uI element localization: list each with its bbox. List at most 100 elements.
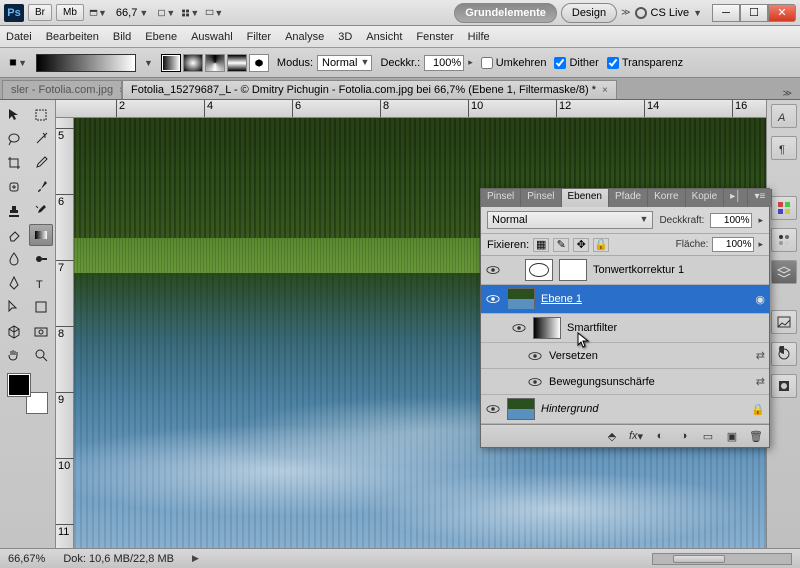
tab-korrekturen[interactable]: Korre: [648, 189, 685, 207]
group-icon[interactable]: ▭: [699, 428, 717, 444]
visibility-icon[interactable]: [485, 292, 501, 306]
filter-blend-icon[interactable]: ⇄: [756, 349, 765, 362]
screen-icon[interactable]: ▼: [204, 4, 224, 22]
visibility-icon[interactable]: [527, 349, 543, 363]
minimize-button[interactable]: ─: [712, 4, 740, 22]
paragraph-panel-icon[interactable]: ¶: [771, 136, 797, 160]
menu-bild[interactable]: Bild: [113, 31, 131, 43]
eraser-tool[interactable]: [2, 224, 26, 246]
layer-fill-input[interactable]: 100%: [712, 237, 754, 252]
status-doc[interactable]: Dok: 10,6 MB/22,8 MB: [63, 553, 174, 565]
lock-all-icon[interactable]: 🔒: [593, 238, 609, 252]
gradient-linear[interactable]: [161, 54, 181, 72]
close-button[interactable]: ✕: [768, 4, 796, 22]
adjustment-layer-icon[interactable]: ◑: [675, 428, 693, 444]
dodge-tool[interactable]: [29, 248, 53, 270]
transparency-checkbox[interactable]: Transparenz: [607, 57, 683, 69]
gradient-diamond[interactable]: [249, 54, 269, 72]
dither-checkbox[interactable]: Dither: [554, 57, 598, 69]
masks-panel-icon[interactable]: [771, 374, 797, 398]
visibility-icon[interactable]: [527, 375, 543, 389]
camera-tool[interactable]: [29, 320, 53, 342]
reverse-checkbox[interactable]: Umkehren: [481, 57, 547, 69]
doc-tab-inactive[interactable]: sler - Fotolia.com.jpg×: [2, 80, 122, 99]
move-tool[interactable]: [2, 104, 26, 126]
styles-panel-icon[interactable]: [771, 228, 797, 252]
layer-opacity-input[interactable]: 100%: [710, 213, 752, 228]
bridge-button[interactable]: Br: [28, 4, 52, 21]
delete-layer-icon[interactable]: 🗑: [747, 428, 765, 444]
gradient-radial[interactable]: [183, 54, 203, 72]
doc-tab-active[interactable]: Fotolia_15279687_L - © Dmitry Pichugin -…: [122, 80, 617, 99]
new-layer-icon[interactable]: ▣: [723, 428, 741, 444]
layers-panel-icon[interactable]: [771, 260, 797, 284]
status-zoom[interactable]: 66,67%: [8, 553, 45, 565]
marquee-tool[interactable]: [29, 104, 53, 126]
layer-row[interactable]: Tonwertkorrektur 1: [481, 256, 769, 285]
gradient-picker-arrow[interactable]: ▼: [144, 58, 153, 68]
blur-tool[interactable]: [2, 248, 26, 270]
crop-tool[interactable]: [2, 152, 26, 174]
layer-mask-icon[interactable]: ◐: [651, 428, 669, 444]
layer-row[interactable]: Versetzen ⇄: [481, 343, 769, 369]
tab-ebenen[interactable]: Ebenen: [562, 189, 609, 207]
wand-tool[interactable]: [29, 128, 53, 150]
3d-tool[interactable]: [2, 320, 26, 342]
menu-datei[interactable]: Datei: [6, 31, 32, 43]
workspace-more-icon[interactable]: ≫: [621, 7, 630, 18]
cslive-button[interactable]: CS Live▼: [635, 7, 702, 19]
shape-tool[interactable]: [29, 296, 53, 318]
horizontal-scrollbar[interactable]: [652, 553, 792, 565]
color-swatches[interactable]: [8, 374, 48, 414]
fg-color[interactable]: [8, 374, 30, 396]
menu-analyse[interactable]: Analyse: [285, 31, 324, 43]
ruler-horizontal[interactable]: 2 4 6 8 10 12 14 16: [56, 100, 766, 118]
layer-row-selected[interactable]: Ebene 1 ◉: [481, 285, 769, 314]
layers-panel[interactable]: Pinsel Pinsel Ebenen Pfade Korre Kopie ▸…: [480, 188, 770, 448]
menu-filter[interactable]: Filter: [247, 31, 271, 43]
panel-collapse-icon[interactable]: ▸│: [724, 189, 748, 207]
layer-row[interactable]: Bewegungsunschärfe ⇄: [481, 369, 769, 395]
lock-position-icon[interactable]: ✥: [573, 238, 589, 252]
gradient-tool[interactable]: [29, 224, 53, 246]
lock-transparency-icon[interactable]: ▦: [533, 238, 549, 252]
tab-pinsel2[interactable]: Pinsel: [521, 189, 561, 207]
panel-menu-icon[interactable]: ▾≡: [748, 189, 772, 207]
gradient-preview[interactable]: [36, 54, 136, 72]
menu-ebene[interactable]: Ebene: [145, 31, 177, 43]
type-tool[interactable]: T: [29, 272, 53, 294]
filter-blend-icon[interactable]: ⇄: [756, 375, 765, 388]
adjustments-panel-icon[interactable]: [771, 342, 797, 366]
eyedropper-tool[interactable]: [29, 152, 53, 174]
pen-tool[interactable]: [2, 272, 26, 294]
character-panel-icon[interactable]: A: [771, 104, 797, 128]
layer-fx-icon[interactable]: fx▾: [627, 428, 645, 444]
menu-auswahl[interactable]: Auswahl: [191, 31, 233, 43]
opacity-input[interactable]: 100%: [424, 55, 464, 71]
navigator-panel-icon[interactable]: [771, 310, 797, 334]
menu-bearbeiten[interactable]: Bearbeiten: [46, 31, 99, 43]
layer-row[interactable]: Hintergrund 🔒: [481, 395, 769, 424]
visibility-icon[interactable]: [511, 321, 527, 335]
arrange-icon[interactable]: ▼: [180, 4, 200, 22]
close-icon[interactable]: ×: [602, 85, 608, 96]
hand-tool[interactable]: [2, 344, 26, 366]
brush-tool[interactable]: [29, 176, 53, 198]
lock-pixels-icon[interactable]: ✎: [553, 238, 569, 252]
tab-pfade[interactable]: Pfade: [609, 189, 648, 207]
gradient-reflected[interactable]: [227, 54, 247, 72]
maximize-button[interactable]: ☐: [740, 4, 768, 22]
screen-mode-icon[interactable]: ▼: [88, 4, 108, 22]
menu-3d[interactable]: 3D: [338, 31, 352, 43]
minibridge-button[interactable]: Mb: [56, 4, 84, 21]
tabs-overflow-icon[interactable]: ≫: [777, 88, 798, 99]
workspace-design[interactable]: Design: [561, 3, 617, 23]
gradient-angle[interactable]: [205, 54, 225, 72]
link-layers-icon[interactable]: ⬘: [603, 428, 621, 444]
tool-preset-icon[interactable]: ▼: [8, 54, 28, 72]
tab-pinsel1[interactable]: Pinsel: [481, 189, 521, 207]
menu-ansicht[interactable]: Ansicht: [366, 31, 402, 43]
layer-row[interactable]: Smartfilter: [481, 314, 769, 343]
menu-fenster[interactable]: Fenster: [416, 31, 453, 43]
zoom-display[interactable]: 66,7▼: [112, 7, 152, 19]
